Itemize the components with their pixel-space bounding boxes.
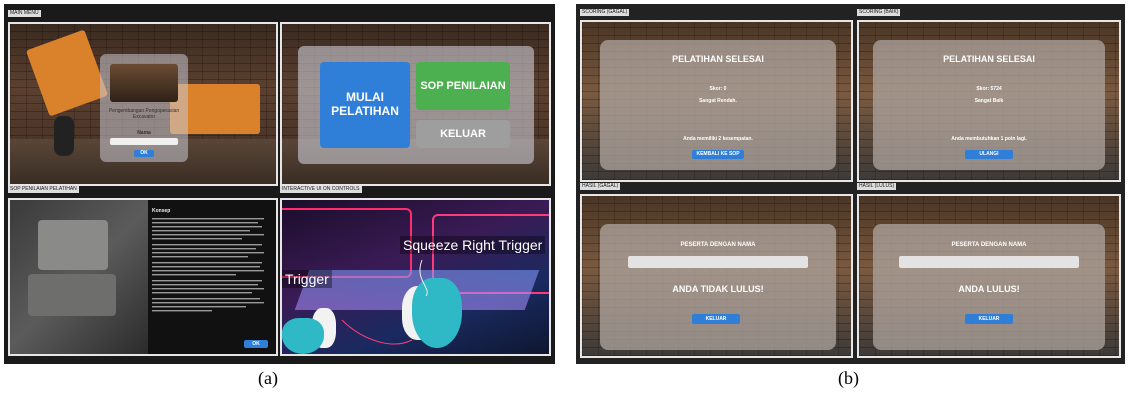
scoring-baik-grade: Sangat Baik <box>974 98 1004 104</box>
hasil-lulus-exit-button[interactable]: KELUAR <box>965 314 1013 324</box>
interactive-panel: Squeeze Right Trigger Trigger <box>280 198 551 356</box>
scoring-gagal-overlay: PELATIHAN SELESAI Skor: 0 Sangat Rendah.… <box>600 40 836 170</box>
controller-cable <box>341 259 428 345</box>
engine-parts <box>28 274 116 316</box>
hasil-gagal-exit-button[interactable]: KELUAR <box>692 314 740 324</box>
name-ok-button[interactable]: OK <box>134 150 154 157</box>
interactive-header: INTERACTIVE UI ON CONTROLS <box>280 186 362 193</box>
hasil-lulus-header: HASIL (LULUS) <box>857 183 897 190</box>
scoring-baik-panel: PELATIHAN SELESAI Skor: 5724 Sangat Baik… <box>857 20 1121 182</box>
sop-text-lines <box>152 218 264 312</box>
hasil-lulus-panel: PESERTA DENGAN NAMA ANDA LULUS! KELUAR <box>857 194 1121 358</box>
figure-root: MAIN MENU SOP PENILAIAN PELATIHAN INTERA… <box>0 0 1129 394</box>
engine-model-view <box>10 200 148 354</box>
dialog-intro: Pengembangan Pengoperasian Excavator <box>108 108 180 120</box>
figure-a: MAIN MENU SOP PENILAIAN PELATIHAN INTERA… <box>4 4 555 364</box>
scoring-baik-overlay: PELATIHAN SELESAI Skor: 5724 Sangat Baik… <box>873 40 1105 170</box>
figure-b: SCORING (GAGAL) SCORING (BAIK) HASIL (GA… <box>576 4 1125 364</box>
main-menu-header: MAIN MENU <box>8 10 41 17</box>
scoring-gagal-title: PELATIHAN SELESAI <box>672 54 764 64</box>
participant-name-field <box>899 256 1079 268</box>
name-input[interactable] <box>110 138 178 145</box>
excavator-bucket <box>54 116 74 156</box>
sop-text-area: Konsep OK <box>148 200 276 354</box>
hasil-gagal-title: PESERTA DENGAN NAMA <box>680 242 756 248</box>
hasil-gagal-result: ANDA TIDAK LULUS! <box>672 284 764 294</box>
name-dialog: Pengembangan Pengoperasian Excavator Nam… <box>100 54 188 162</box>
main-menu-name-panel: Pengembangan Pengoperasian Excavator Nam… <box>8 22 278 186</box>
main-menu-buttons-panel: MULAI PELATIHAN SOP PENILAIAN KELUAR <box>280 22 551 186</box>
engine-block <box>38 220 108 270</box>
start-training-button[interactable]: MULAI PELATIHAN <box>320 62 410 148</box>
dialog-thumbnail <box>110 64 178 102</box>
hasil-gagal-header: HASIL (GAGAL) <box>580 183 621 190</box>
scoring-baik-score: Skor: 5724 <box>976 86 1002 92</box>
name-label: Nama <box>137 130 151 136</box>
sop-title: Konsep <box>152 208 171 214</box>
scoring-gagal-grade: Sangat Rendah. <box>699 98 737 104</box>
scoring-gagal-panel: PELATIHAN SELESAI Skor: 0 Sangat Rendah.… <box>580 20 853 182</box>
hasil-gagal-overlay: PESERTA DENGAN NAMA ANDA TIDAK LULUS! KE… <box>600 224 836 350</box>
scoring-gagal-message: Anda memiliki 2 kesempatan. <box>683 136 753 142</box>
hasil-lulus-overlay: PESERTA DENGAN NAMA ANDA LULUS! KELUAR <box>873 224 1105 350</box>
scoring-gagal-score: Skor: 0 <box>709 86 727 92</box>
retry-button[interactable]: ULANGI <box>965 150 1013 159</box>
hasil-gagal-panel: PESERTA DENGAN NAMA ANDA TIDAK LULUS! KE… <box>580 194 853 358</box>
caption-a: (a) <box>258 368 278 388</box>
scoring-baik-message: Anda membutuhkan 1 poin lagi. <box>951 136 1027 142</box>
sop-header: SOP PENILAIAN PELATIHAN <box>8 186 79 193</box>
caption-b: (b) <box>838 368 859 388</box>
exit-button[interactable]: KELUAR <box>416 120 510 148</box>
hasil-lulus-result: ANDA LULUS! <box>958 284 1020 294</box>
sop-button[interactable]: SOP PENILAIAN <box>416 62 510 110</box>
scoring-baik-header: SCORING (BAIK) <box>857 9 901 16</box>
participant-name-field <box>628 256 808 268</box>
scoring-baik-title: PELATIHAN SELESAI <box>943 54 1035 64</box>
sop-panel: Konsep OK <box>8 198 278 356</box>
sop-ok-button[interactable]: OK <box>244 340 268 348</box>
scoring-gagal-header: SCORING (GAGAL) <box>580 9 630 16</box>
back-to-sop-button[interactable]: KEMBALI KE SOP <box>692 150 744 159</box>
hasil-lulus-title: PESERTA DENGAN NAMA <box>951 242 1027 248</box>
